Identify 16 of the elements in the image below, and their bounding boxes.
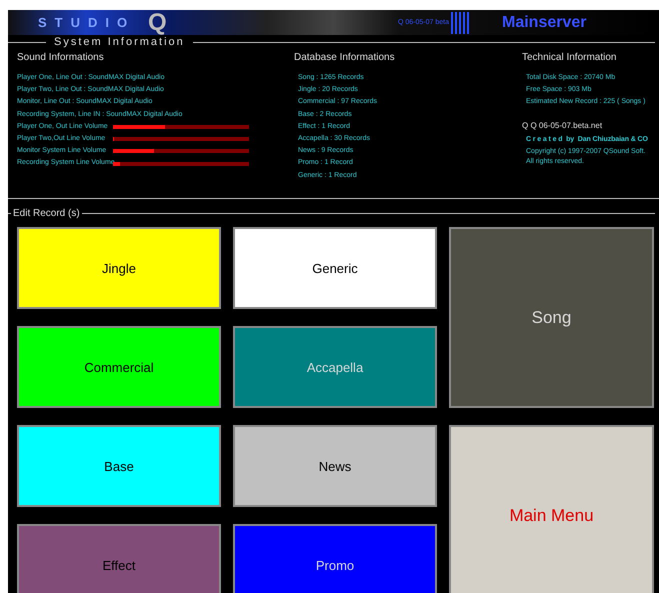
section-title: System Information — [54, 36, 185, 48]
record-button[interactable]: Jingle — [17, 227, 221, 309]
record-button[interactable]: Song — [449, 227, 654, 408]
server-name: Mainserver — [502, 14, 586, 32]
column-heading: Technical Information — [522, 52, 618, 63]
host-name: Q Q 06-05-07.beta.net — [522, 120, 604, 130]
logo-mark: Q — [148, 10, 168, 35]
record-button[interactable]: News — [233, 425, 437, 507]
record-button[interactable]: Generic — [233, 227, 437, 309]
record-button[interactable]: Commercial — [17, 326, 221, 408]
record-button[interactable]: Promo — [233, 524, 437, 593]
column-heading: Sound Informations — [17, 52, 105, 63]
record-button[interactable]: Base — [17, 425, 221, 507]
column-heading: Database Informations — [294, 52, 396, 63]
group-title: Edit Record (s) — [13, 208, 80, 218]
stripes-icon — [450, 12, 472, 34]
